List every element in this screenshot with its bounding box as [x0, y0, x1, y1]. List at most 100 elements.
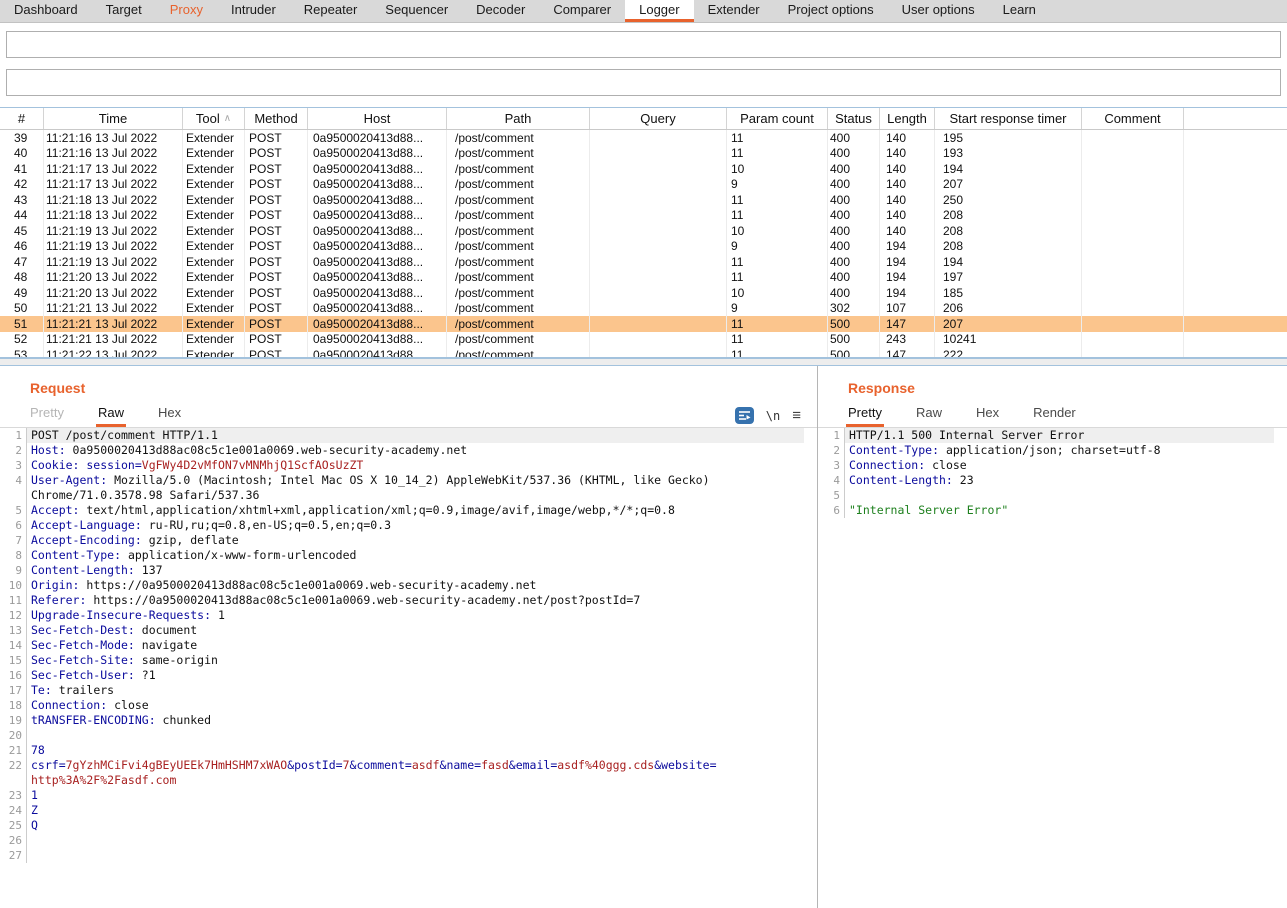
editor-menu-icon[interactable]: ≡ [792, 408, 801, 423]
main-tab-intruder[interactable]: Intruder [217, 0, 290, 22]
log-cell: 0a9500020413d88... [308, 192, 447, 208]
line-number: 11 [0, 593, 27, 608]
horizontal-splitter[interactable] [0, 358, 1287, 366]
request-line-text: User-Agent: Mozilla/5.0 (Macintosh; Inte… [27, 473, 804, 488]
response-editor[interactable]: 1HTTP/1.1 500 Internal Server Error2Cont… [818, 427, 1287, 908]
request-tab-pretty[interactable]: Pretty [28, 405, 66, 427]
pretty-print-toggle-icon[interactable] [735, 407, 754, 424]
log-cell: /post/comment [447, 316, 590, 332]
log-cell: 11:21:22 13 Jul 2022 [44, 347, 183, 358]
log-cell: 500 [828, 332, 880, 348]
request-line: 1POST /post/comment HTTP/1.1 [0, 428, 817, 443]
response-tab-raw[interactable]: Raw [914, 405, 944, 427]
log-row-45[interactable]: 4511:21:19 13 Jul 2022ExtenderPOST0a9500… [0, 223, 1287, 239]
view-filter-bar[interactable]: View filter: Showing all items [6, 69, 1281, 96]
log-cell: 11:21:16 13 Jul 2022 [44, 146, 183, 162]
log-cell-filler [1184, 332, 1287, 348]
log-cell-filler [1184, 301, 1287, 317]
column-header-tool[interactable]: Tool∧ [183, 108, 245, 129]
log-row-47[interactable]: 4711:21:19 13 Jul 2022ExtenderPOST0a9500… [0, 254, 1287, 270]
column-header-host[interactable]: Host [308, 108, 447, 129]
log-cell-filler [1184, 223, 1287, 239]
log-row-48[interactable]: 4811:21:20 13 Jul 2022ExtenderPOST0a9500… [0, 270, 1287, 286]
log-cell: 194 [935, 254, 1082, 270]
log-row-49[interactable]: 4911:21:20 13 Jul 2022ExtenderPOST0a9500… [0, 285, 1287, 301]
response-tab-hex[interactable]: Hex [974, 405, 1001, 427]
log-cell [590, 146, 727, 162]
capture-filter-bar[interactable]: Capture filter: Logger memory limit set … [6, 31, 1281, 58]
request-line-text: tRANSFER-ENCODING: chunked [27, 713, 804, 728]
request-line: 18Connection: close [0, 698, 817, 713]
log-row-44[interactable]: 4411:21:18 13 Jul 2022ExtenderPOST0a9500… [0, 208, 1287, 224]
request-line: 15Sec-Fetch-Site: same-origin [0, 653, 817, 668]
log-cell: 0a9500020413d88... [308, 270, 447, 286]
response-tab-pretty[interactable]: Pretty [846, 405, 884, 427]
log-cell: 400 [828, 270, 880, 286]
log-row-52[interactable]: 5211:21:21 13 Jul 2022ExtenderPOST0a9500… [0, 332, 1287, 348]
log-row-41[interactable]: 4111:21:17 13 Jul 2022ExtenderPOST0a9500… [0, 161, 1287, 177]
request-editor[interactable]: 1POST /post/comment HTTP/1.12Host: 0a950… [0, 427, 817, 908]
main-tab-repeater[interactable]: Repeater [290, 0, 371, 22]
line-number: 16 [0, 668, 27, 683]
log-cell: 11:21:19 13 Jul 2022 [44, 254, 183, 270]
log-row-39[interactable]: 3911:21:16 13 Jul 2022ExtenderPOST0a9500… [0, 130, 1287, 146]
log-cell: 11:21:18 13 Jul 2022 [44, 192, 183, 208]
request-tab-hex[interactable]: Hex [156, 405, 183, 427]
main-tab-decoder[interactable]: Decoder [462, 0, 539, 22]
log-cell: 41 [0, 161, 44, 177]
log-row-43[interactable]: 4311:21:18 13 Jul 2022ExtenderPOST0a9500… [0, 192, 1287, 208]
log-cell: /post/comment [447, 208, 590, 224]
log-cell: 140 [880, 130, 935, 146]
log-cell: 9 [727, 301, 828, 317]
column-header-query[interactable]: Query [590, 108, 727, 129]
column-header-param-count[interactable]: Param count [727, 108, 828, 129]
log-cell [1082, 285, 1184, 301]
line-number: 21 [0, 743, 27, 758]
column-header-start-response-timer[interactable]: Start response timer [935, 108, 1082, 129]
request-line: 17Te: trailers [0, 683, 817, 698]
log-row-51[interactable]: 5111:21:21 13 Jul 2022ExtenderPOST0a9500… [0, 316, 1287, 332]
main-tab-learn[interactable]: Learn [989, 0, 1050, 22]
main-tab-comparer[interactable]: Comparer [539, 0, 625, 22]
line-number: 6 [818, 503, 845, 518]
log-cell: /post/comment [447, 161, 590, 177]
response-tab-render[interactable]: Render [1031, 405, 1078, 427]
main-tab-logger[interactable]: Logger [625, 0, 693, 22]
line-number: 19 [0, 713, 27, 728]
column-header-status[interactable]: Status [828, 108, 880, 129]
main-tab-dashboard[interactable]: Dashboard [0, 0, 92, 22]
column-header-path[interactable]: Path [447, 108, 590, 129]
column-header-time[interactable]: Time [44, 108, 183, 129]
log-cell-filler [1184, 192, 1287, 208]
log-row-42[interactable]: 4211:21:17 13 Jul 2022ExtenderPOST0a9500… [0, 177, 1287, 193]
main-tab-user-options[interactable]: User options [888, 0, 989, 22]
response-line: 5 [818, 488, 1287, 503]
newline-toggle-icon[interactable]: \n [766, 409, 780, 423]
main-tab-target[interactable]: Target [92, 0, 156, 22]
log-row-46[interactable]: 4611:21:19 13 Jul 2022ExtenderPOST0a9500… [0, 239, 1287, 255]
request-line-text: Cookie: session=VgFWy4D2vMfON7vMNMhjQ1Sc… [27, 458, 804, 473]
log-cell: /post/comment [447, 254, 590, 270]
request-line-text: Chrome/71.0.3578.98 Safari/537.36 [27, 488, 804, 503]
response-tab-bar: Pretty Raw Hex Render [846, 405, 1287, 427]
line-number: 6 [0, 518, 27, 533]
column-header-method[interactable]: Method [245, 108, 308, 129]
log-row-50[interactable]: 5011:21:21 13 Jul 2022ExtenderPOST0a9500… [0, 301, 1287, 317]
request-line: 22csrf=7gYzhMCiFvi4gBEyUEEk7HmHSHM7xWAO&… [0, 758, 817, 773]
main-tab-extender[interactable]: Extender [694, 0, 774, 22]
column-header-length[interactable]: Length [880, 108, 935, 129]
column-header-comment[interactable]: Comment [1082, 108, 1184, 129]
log-row-53[interactable]: 5311:21:22 13 Jul 2022ExtenderPOST0a9500… [0, 347, 1287, 358]
main-tab-proxy[interactable]: Proxy [156, 0, 217, 22]
log-cell-filler [1184, 130, 1287, 146]
log-row-40[interactable]: 4011:21:16 13 Jul 2022ExtenderPOST0a9500… [0, 146, 1287, 162]
line-number: 5 [0, 503, 27, 518]
request-tab-raw[interactable]: Raw [96, 405, 126, 427]
line-number: 8 [0, 548, 27, 563]
log-cell: Extender [183, 347, 245, 358]
column-header-num[interactable]: # [0, 108, 44, 129]
log-cell: 11:21:21 13 Jul 2022 [44, 316, 183, 332]
request-line-text: Accept-Language: ru-RU,ru;q=0.8,en-US;q=… [27, 518, 804, 533]
main-tab-sequencer[interactable]: Sequencer [371, 0, 462, 22]
main-tab-project-options[interactable]: Project options [774, 0, 888, 22]
